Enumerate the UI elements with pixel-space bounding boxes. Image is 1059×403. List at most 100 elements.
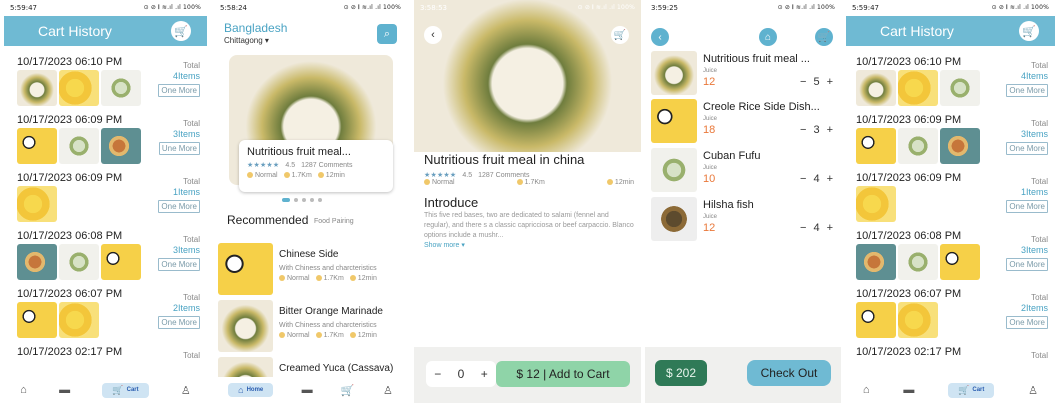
info-row: Normal 1.7Km 12min: [424, 179, 634, 186]
total-label: Total: [1031, 119, 1048, 128]
item-category: Juice: [703, 68, 718, 74]
total-label: Total: [183, 235, 200, 244]
total-label: Total: [183, 119, 200, 128]
archive-icon[interactable]: ▬: [302, 384, 313, 396]
one-more-button[interactable]: One More: [1006, 316, 1048, 329]
total-label: Total: [183, 293, 200, 302]
minus-icon[interactable]: −: [800, 76, 806, 88]
one-more-button[interactable]: One More: [158, 258, 200, 271]
order-total: Total 1Items One More: [158, 176, 200, 213]
plus-icon[interactable]: +: [827, 222, 833, 234]
food-thumbnail: [898, 70, 938, 106]
city-selector[interactable]: Chittagong ▾: [224, 36, 397, 45]
status-bar: 3:58:53 ⊙ ⊘ 𝄃 ≋.ıl .ıl 100%: [414, 0, 641, 16]
list-item[interactable]: 10/17/2023 06:08 PM Total 3Items One Mor…: [856, 220, 1048, 280]
checkout-bar: $ 202 Check Out: [645, 347, 841, 403]
search-icon[interactable]: ⌕: [377, 24, 397, 44]
one-more-button[interactable]: One More: [158, 84, 200, 97]
archive-icon[interactable]: ▬: [903, 384, 914, 396]
food-thumbnail: [59, 70, 99, 106]
quantity-stepper[interactable]: −5 +: [800, 76, 833, 88]
add-to-cart-button[interactable]: $ 12 | Add to Cart: [496, 361, 630, 387]
order-total: Total 3Items One More: [1006, 234, 1048, 271]
list-item[interactable]: 10/17/2023 06:07 PM Total 2Items One Mor…: [17, 278, 200, 338]
back-icon[interactable]: ‹: [651, 28, 669, 46]
list-item[interactable]: 10/17/2023 06:09 PM Total 3Items Une Mor…: [17, 104, 200, 164]
list-item[interactable]: 10/17/2023 06:09 PM Total 1Items One Mor…: [17, 162, 200, 222]
checkout-button[interactable]: Check Out: [747, 360, 831, 386]
quantity-stepper[interactable]: −4 +: [800, 173, 833, 185]
cart-item[interactable]: Cuban Fufu Juice 10 −4 +: [651, 148, 841, 194]
one-more-button[interactable]: One More: [158, 316, 200, 329]
minus-icon[interactable]: −: [800, 173, 806, 185]
food-thumbnail: [898, 244, 938, 280]
item-count: 3Items: [1020, 245, 1048, 255]
item-title: Chinese Side: [279, 249, 339, 260]
plus-icon[interactable]: +: [481, 367, 488, 381]
one-more-button[interactable]: Une More: [158, 142, 200, 155]
list-item[interactable]: 10/17/2023 06:10 PM Total 4Items One Mor…: [17, 46, 200, 106]
order-total: Total 4Items One More: [158, 60, 200, 97]
list-item[interactable]: 10/17/2023 06:09 PM Total 1Items One Mor…: [856, 162, 1048, 222]
user-icon[interactable]: ♙: [1028, 384, 1038, 397]
intro-title: Introduce: [424, 195, 479, 210]
back-icon[interactable]: ‹: [424, 26, 442, 44]
list-item[interactable]: 10/17/2023 06:08 PM Total 3Items One Mor…: [17, 220, 200, 280]
total-label: Total: [183, 351, 200, 360]
show-more-link[interactable]: Show more ▾: [424, 241, 465, 249]
home-icon: ⌂: [238, 385, 244, 395]
order-date: 10/17/2023 02:17 PM: [856, 346, 962, 358]
nav-label: Cart: [972, 387, 985, 393]
cart-icon[interactable]: 🛒: [341, 384, 355, 397]
cart-icon[interactable]: 🛒: [815, 28, 833, 46]
minus-icon[interactable]: −: [800, 124, 806, 136]
one-more-button[interactable]: One More: [1006, 200, 1048, 213]
quantity-stepper[interactable]: −3 +: [800, 124, 833, 136]
one-more-button[interactable]: One More: [1006, 142, 1048, 155]
distance-label: 1.7Km: [323, 332, 344, 339]
cart-item[interactable]: Creole Rice Side Dish... Juice 18 −3 +: [651, 99, 841, 145]
one-more-button[interactable]: One More: [158, 200, 200, 213]
status-time: 3:58:53: [420, 4, 447, 12]
list-item[interactable]: Chinese Side With Chiness and charcteris…: [218, 243, 404, 295]
list-item[interactable]: 10/17/2023 06:09 PM Total 3Items One Mor…: [856, 104, 1048, 164]
plus-icon[interactable]: +: [827, 76, 833, 88]
archive-icon[interactable]: ▬: [59, 384, 70, 396]
list-item[interactable]: 10/17/2023 06:07 PM Total 2Items One Mor…: [856, 278, 1048, 338]
status-bar: 5:59:47 ⊙ ⊘ 𝄃 ≋.ıl .ıl 100%: [4, 0, 207, 16]
one-more-button[interactable]: One More: [1006, 258, 1048, 271]
item-count: 4Items: [1020, 71, 1048, 81]
list-item[interactable]: 10/17/2023 06:10 PM Total 4Items One Mor…: [856, 46, 1048, 106]
order-total: Total 4Items One More: [1006, 60, 1048, 97]
cart-item[interactable]: Nutritious fruit meal ... Juice 12 −5 +: [651, 51, 841, 97]
level-label: Normal: [432, 179, 455, 186]
plus-icon[interactable]: +: [827, 173, 833, 185]
home-icon[interactable]: ⌂: [759, 28, 777, 46]
nav-item-cart[interactable]: 🛒 Cart: [102, 382, 149, 398]
cart-icon[interactable]: 🛒: [611, 26, 629, 44]
nav-item-cart[interactable]: 🛒 Cart: [948, 382, 995, 398]
plus-icon[interactable]: +: [827, 124, 833, 136]
quantity-stepper[interactable]: − 0 +: [426, 361, 496, 387]
cart-total: $ 202: [655, 360, 707, 386]
list-item[interactable]: Bitter Orange Marinade With Chiness and …: [218, 300, 404, 352]
cart-icon[interactable]: 🛒: [171, 21, 191, 41]
home-icon[interactable]: ⌂: [20, 384, 27, 396]
item-title: Bitter Orange Marinade: [279, 306, 383, 317]
nav-item-home[interactable]: ⌂ Home: [228, 383, 274, 397]
carousel-dots[interactable]: [282, 198, 322, 202]
page-title: Cart History: [38, 23, 112, 39]
item-category: Juice: [703, 116, 718, 122]
one-more-button[interactable]: One More: [1006, 84, 1048, 97]
minus-icon[interactable]: −: [800, 222, 806, 234]
user-icon[interactable]: ♙: [181, 384, 191, 397]
home-icon[interactable]: ⌂: [863, 384, 870, 396]
quantity-stepper[interactable]: −4 +: [800, 222, 833, 234]
cart-item[interactable]: Hilsha fish Juice 12 −4 +: [651, 197, 841, 243]
food-thumbnail: [17, 302, 57, 338]
hero-title: Nutritious fruit meal...: [247, 146, 351, 158]
minus-icon[interactable]: −: [434, 367, 441, 381]
cart-icon[interactable]: 🛒: [1019, 21, 1039, 41]
user-icon[interactable]: ♙: [383, 384, 393, 397]
hero-card[interactable]: Nutritious fruit meal... ★★★★★ 4.5 1287 …: [239, 140, 393, 192]
